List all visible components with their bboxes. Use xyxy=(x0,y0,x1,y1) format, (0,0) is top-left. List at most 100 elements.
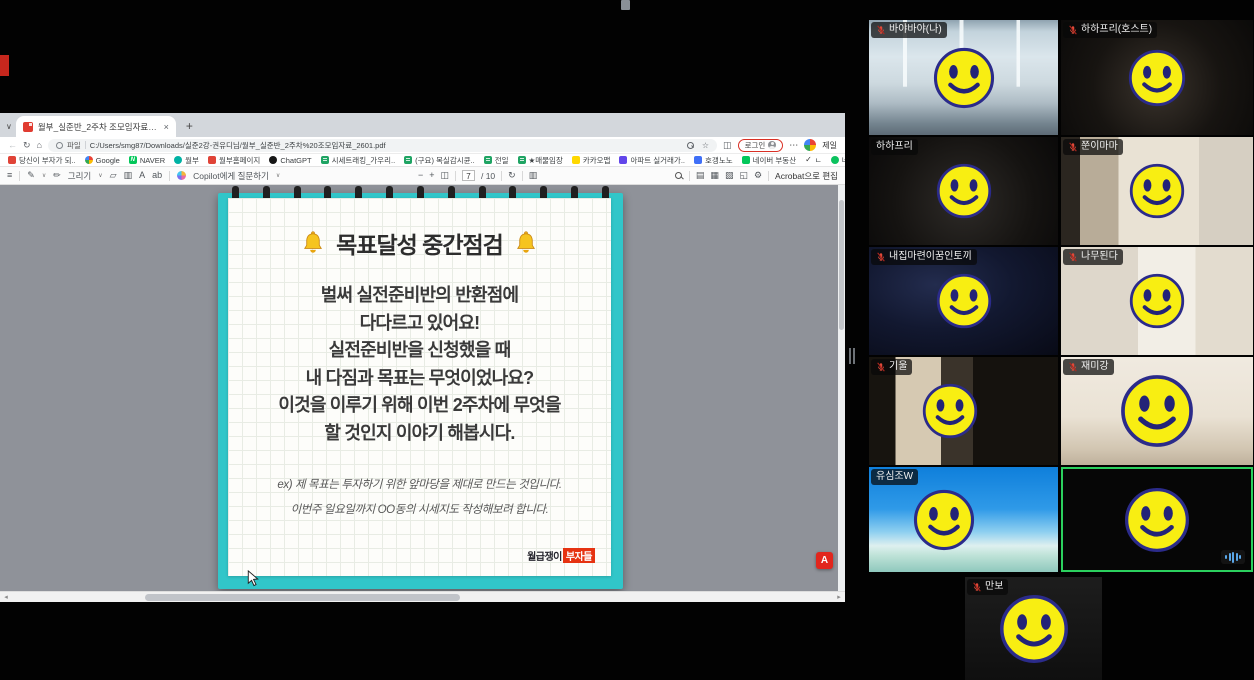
bookmark-item[interactable]: 카카오맵 xyxy=(572,155,611,166)
scroll-left-icon[interactable]: ◂ xyxy=(0,593,12,601)
eraser-icon[interactable]: ▱ xyxy=(110,171,117,180)
bookmarks-bar: 당신이 부자가 되.. Google NNAVER 월부 월부홈페이지 Chat… xyxy=(0,154,845,167)
bookmark-item[interactable]: NNAVER xyxy=(129,156,165,165)
copilot-icon[interactable] xyxy=(177,171,186,180)
smiley-face-overlay xyxy=(1124,487,1190,553)
acrobat-floating-button[interactable]: A xyxy=(816,552,833,569)
toc-menu-icon[interactable]: ≡ xyxy=(7,171,12,180)
tab-search-chevron-icon[interactable]: ∨ xyxy=(6,122,12,131)
back-icon[interactable]: ← xyxy=(8,141,17,150)
bookmark-item[interactable]: 월부홈페이지 xyxy=(208,155,260,166)
notebook-card: 목표달성 중간점검 벌써 실전준비반의 반환점에 다다르고 있어요! 실전준비반… xyxy=(228,198,611,576)
mic-muted-icon xyxy=(1068,362,1078,372)
body-line: 벌써 실전준비반의 반환점에 xyxy=(228,282,611,310)
text-tool-icon[interactable]: ab xyxy=(152,171,162,180)
page-view-icon[interactable]: ▥ xyxy=(124,171,133,180)
logo-badge: 부자들 xyxy=(563,548,595,563)
participant-name: 하하프리(호스트) xyxy=(1081,23,1152,37)
page-number-input[interactable]: 7 xyxy=(462,170,475,181)
url-text[interactable]: C:/Users/smg87/Downloads/실준2강-권유디님/월부_실준… xyxy=(90,140,386,151)
participant-name: 하하프리 xyxy=(876,140,913,154)
draw-label[interactable]: 그리기 xyxy=(68,170,91,182)
fit-width-icon[interactable]: ◫ xyxy=(440,171,449,180)
smiley-face-overlay xyxy=(999,594,1069,664)
tab-close-icon[interactable]: × xyxy=(164,122,169,132)
bookmark-item[interactable]: 호갱노노 xyxy=(694,155,733,166)
site-info-icon[interactable] xyxy=(56,142,63,149)
save-as-icon[interactable]: ▧ xyxy=(725,171,734,180)
page-total-label: / 10 xyxy=(481,171,495,181)
refresh-icon[interactable]: ↻ xyxy=(23,141,31,150)
kakaomap-favicon xyxy=(572,156,580,164)
vertical-scrollbar[interactable] xyxy=(838,185,845,591)
bookmark-item[interactable]: 네이버 지도 xyxy=(831,155,845,166)
participant-tile-1[interactable]: 바야바야(나) xyxy=(869,20,1058,135)
draw-pencil-icon[interactable]: ✏ xyxy=(53,171,61,180)
browser-tab[interactable]: 월부_실준반_2주차 조모임자료_2.. × xyxy=(16,116,176,137)
split-screen-icon[interactable]: ◫ xyxy=(723,141,732,150)
participant-tile-9[interactable]: 유심조W xyxy=(869,467,1058,572)
settings-gear-icon[interactable]: ⚙ xyxy=(754,171,762,180)
panel-resize-handle[interactable] xyxy=(849,348,855,364)
home-icon[interactable]: ⌂ xyxy=(37,141,42,150)
search-icon[interactable] xyxy=(675,172,683,180)
bookmark-item[interactable]: ✓ㄴ xyxy=(805,155,822,166)
participant-tile-5[interactable]: 내집마련이꿈인토끼 xyxy=(869,247,1058,355)
bookmark-label: 월부 xyxy=(185,155,199,166)
address-bar[interactable]: 파일 C:/Users/smg87/Downloads/실준2강-권유디님/월부… xyxy=(48,139,717,152)
horizontal-scrollbar-thumb[interactable] xyxy=(145,594,460,601)
acrobat-edit-button[interactable]: Acrobat으로 편집 xyxy=(775,170,838,182)
divider xyxy=(455,171,456,181)
logo-text: 월급쟁이 xyxy=(527,548,562,563)
smiley-face-overlay xyxy=(1129,163,1185,219)
vertical-scrollbar-thumb[interactable] xyxy=(839,200,844,330)
highlight-pen-icon[interactable]: ✎ xyxy=(27,171,35,180)
bookmark-item[interactable]: 네이버 부동산 xyxy=(742,155,796,166)
participant-tile-8[interactable]: 재미강 xyxy=(1061,357,1253,465)
bookmark-item[interactable]: (구요) 목실감시큔.. xyxy=(404,155,475,166)
participant-tile-7[interactable]: 기울 xyxy=(869,357,1058,465)
zoom-in-icon[interactable]: + xyxy=(429,171,434,180)
participant-tile-11[interactable]: 만보 xyxy=(965,577,1102,680)
bookmark-item[interactable]: 당신이 부자가 되.. xyxy=(8,155,76,166)
thumbnails-icon[interactable]: ▥ xyxy=(529,171,538,180)
new-tab-button[interactable]: + xyxy=(186,119,193,133)
participant-tile-3[interactable]: 하하프리 xyxy=(869,137,1058,245)
bookmark-item[interactable]: Google xyxy=(85,156,120,165)
horizontal-scrollbar[interactable]: ◂ ▸ xyxy=(0,591,845,602)
bookmark-item[interactable]: ChatGPT xyxy=(269,156,311,165)
desktop-red-artifact xyxy=(0,55,9,76)
participant-tile-6[interactable]: 나무된다 xyxy=(1061,247,1253,355)
zoom-search-icon[interactable] xyxy=(687,142,694,149)
participant-tile-4[interactable]: 쭌이마마 xyxy=(1061,137,1253,245)
chevron-down-icon[interactable]: ∨ xyxy=(276,172,280,179)
zoom-out-icon[interactable]: − xyxy=(418,171,423,180)
more-menu-icon[interactable]: ⋯ xyxy=(789,140,798,151)
sheet-favicon xyxy=(404,156,412,164)
print-icon[interactable]: ▤ xyxy=(696,171,705,180)
mic-muted-icon xyxy=(972,582,982,592)
bookmark-item[interactable]: 아파트 실거래가.. xyxy=(619,155,685,166)
save-icon[interactable]: ▦ xyxy=(710,171,719,180)
participant-tile-2[interactable]: 하하프리(호스트) xyxy=(1061,20,1253,135)
pdf-viewer[interactable]: 목표달성 중간점검 벌써 실전준비반의 반환점에 다다르고 있어요! 실전준비반… xyxy=(0,185,845,591)
participant-name-badge: 유심조W xyxy=(871,469,918,485)
sign-in-button[interactable]: 로그인 xyxy=(738,139,784,152)
sheet-favicon xyxy=(321,156,329,164)
browser-profile-avatar[interactable] xyxy=(804,139,816,151)
bookmark-item[interactable]: 월부 xyxy=(174,155,199,166)
favorite-star-icon[interactable]: ☆ xyxy=(702,141,709,150)
cursor-artifact xyxy=(621,0,630,10)
document-title-row: 목표달성 중간점검 xyxy=(228,226,611,260)
chevron-down-icon[interactable]: ∨ xyxy=(42,172,46,179)
rotate-icon[interactable]: ↻ xyxy=(508,171,516,180)
bookmark-item[interactable]: 시세트래킹_가우리.. xyxy=(321,155,396,166)
scroll-right-icon[interactable]: ▸ xyxy=(833,593,845,601)
bookmark-item[interactable]: 전일 xyxy=(484,155,509,166)
fullscreen-icon[interactable]: ◱ xyxy=(739,171,748,180)
chevron-down-icon[interactable]: ∨ xyxy=(98,172,102,179)
bookmark-item[interactable]: ★매물임장 xyxy=(518,155,563,166)
read-aloud-icon[interactable]: A xyxy=(139,171,145,180)
participant-tile-active-speaker[interactable] xyxy=(1061,467,1253,572)
copilot-label[interactable]: Copilot에게 질문하기 xyxy=(193,170,269,182)
